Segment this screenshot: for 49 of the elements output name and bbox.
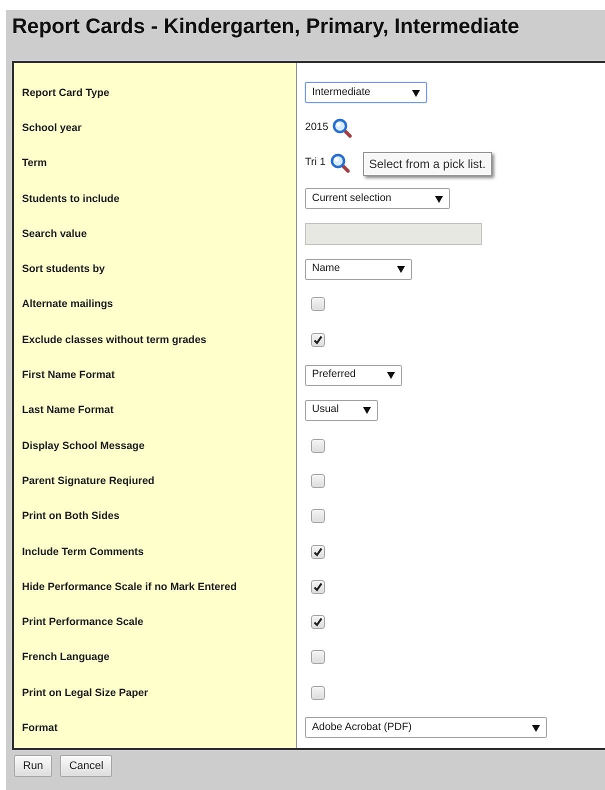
field-label: Include Term Comments (22, 546, 144, 558)
cancel-button[interactable]: Cancel (60, 755, 112, 777)
caret-icon (412, 88, 420, 97)
dropdown[interactable]: Preferred (305, 364, 402, 386)
field-label: Search value (22, 228, 87, 240)
field-label: French Language (22, 651, 110, 664)
checkbox[interactable] (311, 297, 325, 312)
field-label: Report Card Type (22, 86, 110, 99)
checkbox[interactable] (311, 544, 325, 558)
field-label: Students to include (22, 192, 120, 205)
caret-icon (397, 265, 405, 274)
field-label: School year (22, 122, 82, 134)
checkbox[interactable] (311, 332, 325, 347)
run-button[interactable]: Run (14, 755, 52, 777)
field-label: Hide Performance Scale if no Mark Entered (22, 580, 237, 593)
checkbox[interactable] (311, 474, 325, 488)
field-label: First Name Format (22, 369, 115, 382)
dropdown[interactable]: Usual (305, 400, 378, 421)
dropdown[interactable]: Name (305, 258, 412, 280)
field-value: Tri 1 (305, 155, 326, 170)
field-label: Alternate mailings (22, 298, 114, 310)
field-label: Last Name Format (22, 404, 114, 416)
field-label: Sort students by (22, 263, 105, 276)
tooltip: Select from a pick list. (363, 152, 492, 176)
caret-icon (435, 194, 443, 203)
field-label: Print on Both Sides (22, 510, 120, 522)
dropdown[interactable]: Intermediate (305, 82, 427, 104)
field-label: Print on Legal Size Paper (22, 686, 148, 699)
field-label: Exclude classes without term grades (22, 334, 206, 346)
field-label: Parent Signature Reqiured (22, 474, 154, 487)
caret-icon (532, 724, 540, 732)
field-label: Print Performance Scale (22, 616, 144, 628)
dropdown[interactable]: Current selection (305, 188, 450, 210)
checkbox[interactable] (311, 615, 325, 630)
checkbox[interactable] (311, 438, 325, 453)
checkbox[interactable] (311, 580, 325, 594)
field-value: 2015 (305, 120, 328, 136)
caret-icon (387, 371, 395, 380)
field-label: Format (22, 722, 58, 734)
checkbox[interactable] (311, 650, 325, 664)
field-label: Term (22, 157, 47, 170)
field-label: Display School Message (22, 440, 145, 452)
checkbox[interactable] (311, 686, 325, 700)
checkbox[interactable] (311, 509, 325, 524)
search-icon[interactable] (330, 153, 350, 174)
page-title: Report Cards - Kindergarten, Primary, Intermediate (11, 14, 520, 40)
search-icon[interactable] (332, 118, 352, 138)
dropdown[interactable]: Adobe Acrobat (PDF) (305, 717, 547, 738)
caret-icon (363, 406, 371, 414)
